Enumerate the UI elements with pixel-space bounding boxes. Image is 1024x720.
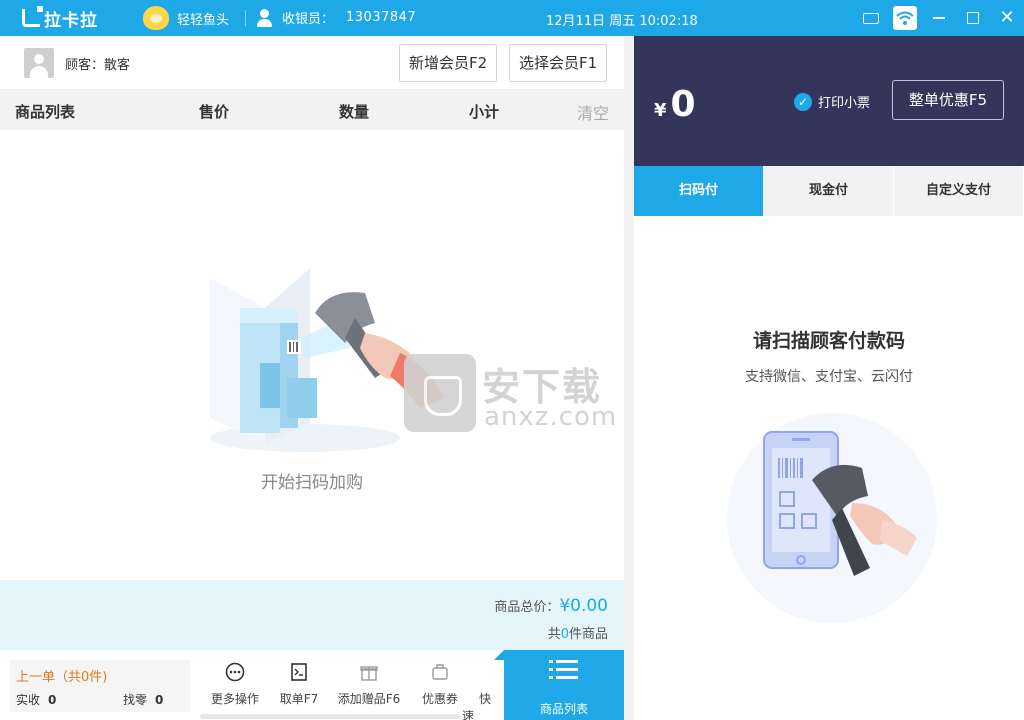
wifi-icon	[893, 6, 917, 30]
watermark-logo: 安下载 anxz.com	[402, 352, 624, 438]
gift-icon	[360, 666, 378, 681]
cashier-id: 13037847	[346, 10, 417, 25]
currency-symbol: ¥	[654, 100, 667, 121]
retrieve-order-button[interactable]: 取单F7	[266, 660, 332, 707]
payment-panel: ¥ 0 ✓ 打印小票 整单优惠F5 扫码付 现金付 自定义支付 请扫描顾客付款码…	[634, 36, 1024, 720]
item-count-value: 0	[560, 627, 569, 642]
empty-cart-text: 开始扫码加购	[261, 473, 363, 493]
lakala-logo-icon	[22, 6, 43, 27]
print-receipt-checkbox[interactable]: ✓ 打印小票	[794, 92, 870, 111]
select-member-button[interactable]: 选择会员F1	[509, 44, 608, 82]
paid-value: 0	[48, 693, 57, 707]
retrieve-order-label: 取单F7	[279, 692, 319, 706]
add-gift-button[interactable]: 添加赠品F6	[336, 660, 402, 707]
quick-label: 快速	[462, 692, 492, 720]
more-actions-button[interactable]: 更多操作	[202, 660, 268, 707]
clear-cart-button[interactable]: 清空	[577, 100, 609, 124]
scan-subtitle: 支持微信、支付宝、云闪付	[745, 369, 913, 385]
watermark-shield-icon	[404, 354, 476, 432]
cashier-label: 收银员：	[282, 12, 335, 27]
close-button[interactable]: ✕	[990, 0, 1024, 36]
add-member-button[interactable]: 新增会员F2	[399, 44, 498, 82]
total-price: 商品总价：¥0.00	[494, 596, 608, 616]
wifi-button[interactable]	[888, 0, 922, 36]
action-scrollbar[interactable]	[200, 714, 460, 719]
col-price: 售价	[199, 103, 230, 121]
keyboard-icon	[863, 12, 879, 24]
keyboard-button[interactable]	[854, 0, 888, 36]
member-row: 顾客：散客 新增会员F2 选择会员F1	[0, 36, 624, 90]
app-logo: 拉卡拉	[22, 6, 98, 31]
tab-custom-pay[interactable]: 自定义支付	[894, 166, 1024, 216]
goods-list-button[interactable]: 商品列表	[494, 650, 624, 720]
last-order-paid: 实收 0	[16, 691, 56, 708]
total-summary: 商品总价：¥0.00 共0件商品	[0, 580, 624, 650]
cashier-info: 收银员： 13037847	[256, 8, 416, 27]
customer-avatar-icon	[24, 48, 54, 78]
paid-label: 实收	[16, 693, 41, 707]
quick-button[interactable]: 快速	[462, 660, 502, 720]
payable-amount: ¥ 0	[654, 84, 696, 125]
coupon-label: 优惠券	[421, 692, 458, 706]
list-icon	[549, 660, 578, 679]
item-count-prefix: 共	[547, 627, 561, 642]
coupon-icon	[432, 664, 448, 680]
tab-scan-pay[interactable]: 扫码付	[634, 166, 764, 216]
maximize-icon	[967, 12, 979, 24]
more-actions-label: 更多操作	[210, 692, 259, 706]
title-divider	[245, 10, 246, 26]
watermark-en-text: anxz.com	[484, 402, 618, 432]
amount-value: 0	[670, 84, 696, 125]
close-icon: ✕	[999, 7, 1015, 28]
store-mascot-icon	[143, 6, 169, 30]
col-goods: 商品列表	[15, 103, 76, 121]
cashier-user-icon	[256, 8, 274, 27]
print-receipt-label: 打印小票	[818, 96, 871, 111]
bottom-action-bar: 上一单（共0件) 实收 0 找零 0 更多操作 取单F7 添加赠品F6 优惠券 快速	[0, 650, 624, 720]
datetime: 12月11日 周五 10:02:18	[546, 14, 698, 29]
panel-divider	[624, 36, 634, 720]
col-subtotal: 小计	[469, 103, 500, 121]
store-name: 轻轻鱼头	[177, 12, 230, 28]
minimize-button[interactable]	[922, 0, 956, 36]
scan-title: 请扫描顾客付款码	[752, 330, 905, 352]
scan-qr-illustration	[722, 408, 942, 628]
cart-panel: 顾客：散客 新增会员F2 选择会员F1 商品列表 售价 数量 小计 清空 开始扫…	[0, 36, 624, 720]
more-icon	[225, 662, 245, 682]
retrieve-order-icon	[291, 663, 307, 681]
maximize-button[interactable]	[956, 0, 990, 36]
item-count-suffix: 件商品	[568, 627, 608, 642]
change-value: 0	[155, 693, 164, 707]
minimize-icon	[933, 17, 945, 19]
title-bar: 拉卡拉 轻轻鱼头 收银员： 13037847 12月11日 周五 10:02:1…	[0, 0, 1024, 36]
total-price-value: ¥0.00	[559, 596, 608, 616]
col-qty: 数量	[339, 103, 370, 121]
amount-header: ¥ 0 ✓ 打印小票 整单优惠F5	[634, 36, 1024, 166]
total-price-label: 商品总价：	[494, 600, 560, 615]
window-controls: ✕	[854, 0, 1024, 36]
cart-table-header: 商品列表 售价 数量 小计 清空	[0, 90, 624, 130]
check-icon: ✓	[794, 92, 812, 111]
item-count: 共0件商品	[548, 623, 608, 642]
store-info: 轻轻鱼头	[143, 6, 229, 30]
goods-list-label: 商品列表	[539, 702, 588, 716]
payment-tabs: 扫码付 现金付 自定义支付	[634, 166, 1024, 216]
last-order-change: 找零 0	[123, 691, 163, 708]
whole-discount-button[interactable]: 整单优惠F5	[892, 80, 1004, 120]
last-order-title: 上一单（共0件)	[16, 670, 108, 685]
add-gift-label: 添加赠品F6	[337, 692, 401, 706]
change-label: 找零	[123, 693, 148, 707]
app-name: 拉卡拉	[44, 10, 98, 31]
last-order-card[interactable]: 上一单（共0件) 实收 0 找零 0	[10, 660, 190, 712]
tab-cash-pay[interactable]: 现金付	[764, 166, 894, 216]
customer-label: 顾客：散客	[65, 58, 131, 73]
